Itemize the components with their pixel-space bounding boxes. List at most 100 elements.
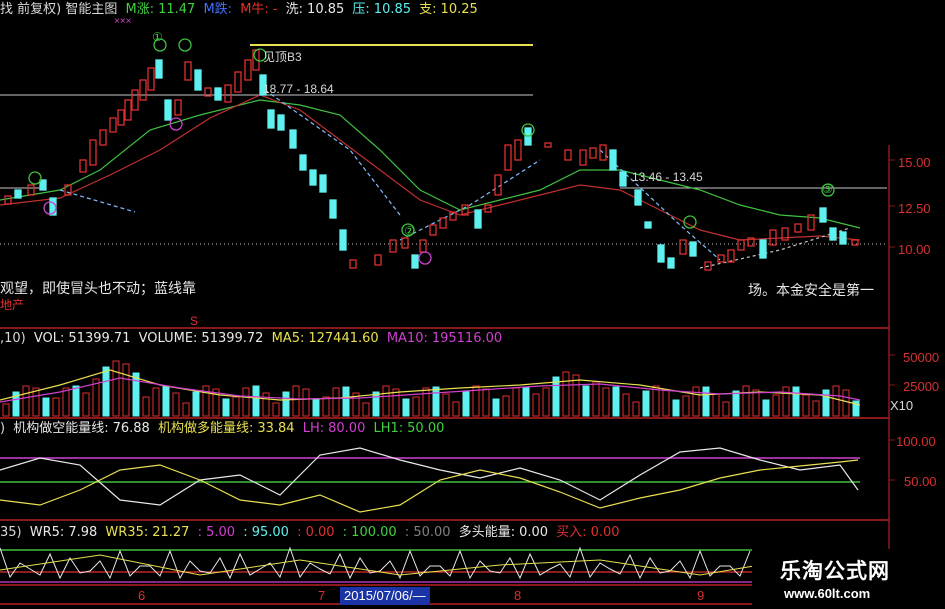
candle xyxy=(349,259,357,269)
energy-header: ) 机构做空能量线: 76.88 机构做多能量线: 33.84 LH: 80.00 L… xyxy=(0,421,448,437)
candle xyxy=(419,239,427,253)
candle xyxy=(589,147,597,159)
volume-bar xyxy=(192,391,200,417)
short-energy-label: 机构做空能量线: xyxy=(13,421,109,436)
volume-bar xyxy=(662,389,670,417)
volume-bar xyxy=(602,387,610,417)
candle xyxy=(124,99,132,121)
vol-value: 51399.71 xyxy=(68,331,131,346)
lh-value: 80.00 xyxy=(328,421,366,436)
ma-line-green xyxy=(0,99,861,229)
candle xyxy=(267,109,275,129)
wr5-value: 7.98 xyxy=(68,525,98,540)
volume-bar xyxy=(772,394,780,417)
chart-canvas[interactable] xyxy=(0,0,945,609)
vol-prefix: ,10) xyxy=(0,331,26,346)
candle xyxy=(389,239,397,253)
volume-bar xyxy=(822,389,830,417)
price-level-1: 18.77 - 18.64 xyxy=(263,82,334,96)
ma10-label: MA10: xyxy=(386,331,428,346)
signal-marker xyxy=(683,215,697,229)
buy-value: 0.00 xyxy=(590,525,620,540)
wr-v4: : 100.00 xyxy=(342,525,397,540)
candle xyxy=(504,144,512,171)
long-energy-value: 33.84 xyxy=(257,421,295,436)
volume-bar xyxy=(182,402,190,417)
volume-bar xyxy=(52,397,60,417)
candle xyxy=(89,139,97,166)
volume-bar xyxy=(712,393,720,417)
volume-bar xyxy=(2,403,10,417)
candle xyxy=(147,67,155,91)
candle xyxy=(99,129,107,146)
peak-label: 见顶B3 xyxy=(263,50,302,64)
zhi-label: 支: xyxy=(419,2,437,17)
volume-bar xyxy=(342,386,350,417)
volume-bar xyxy=(132,372,140,417)
volume-bar xyxy=(282,391,290,417)
candle xyxy=(14,189,22,199)
candle xyxy=(769,229,777,246)
candle xyxy=(4,195,12,205)
candle xyxy=(155,59,163,79)
stock-chart-window: 找 前复权) 智能主图 M涨: 11.47 M跌: M牛: - 洗: 10.85 压:… xyxy=(0,0,945,609)
volume-value: 51399.72 xyxy=(201,331,264,346)
dt-value: 0.00 xyxy=(519,525,549,540)
note-right: 场。本金安全是第一 xyxy=(748,283,874,299)
dt-label: 多头能量: xyxy=(458,525,516,540)
candle xyxy=(657,244,665,263)
cursor-date-box: 2015/07/06/— xyxy=(340,587,430,605)
m-niu-label: M牛: xyxy=(240,2,269,17)
volume-bar xyxy=(332,387,340,417)
m-die-label: M跌: xyxy=(203,2,233,17)
signal-marks: ××× xyxy=(114,16,132,27)
signal-label: ② xyxy=(404,224,415,238)
volume-bar xyxy=(72,385,80,417)
candle xyxy=(339,229,347,251)
candle xyxy=(727,249,735,263)
volume-bar xyxy=(682,395,690,417)
volume-bar xyxy=(832,385,840,417)
candle xyxy=(819,207,827,223)
volume-bar xyxy=(632,401,640,417)
volume-bar xyxy=(372,391,380,417)
candle xyxy=(39,179,47,191)
candle xyxy=(117,109,125,126)
volume-bar xyxy=(452,401,460,417)
volume-bar xyxy=(262,392,270,417)
candle xyxy=(829,227,837,241)
volume-bar xyxy=(642,390,650,417)
candle xyxy=(609,149,617,171)
candle xyxy=(794,223,802,233)
short-energy-value: 76.88 xyxy=(112,421,150,436)
candle xyxy=(277,114,285,131)
volume-bar xyxy=(382,385,390,417)
lh-label: LH: xyxy=(302,421,325,436)
wr5-line xyxy=(0,546,751,580)
volume-bar xyxy=(742,385,750,417)
volume-bar xyxy=(312,398,320,417)
candle xyxy=(329,199,337,219)
wr5-label: WR5: xyxy=(29,525,65,540)
candle xyxy=(214,87,222,101)
volume-bar xyxy=(322,396,330,417)
volume-bar xyxy=(612,386,620,417)
zhi-value: 10.25 xyxy=(440,2,478,17)
ma-line-red xyxy=(0,94,861,241)
vol-label: VOL: xyxy=(33,331,65,346)
ya-label: 压: xyxy=(352,2,370,17)
candle xyxy=(474,209,482,229)
m-zhang-value: 11.47 xyxy=(158,2,196,17)
volume-bar xyxy=(232,396,240,417)
volume-bar xyxy=(522,386,530,417)
volume-bar xyxy=(692,386,700,417)
volume-bar xyxy=(152,387,160,417)
volume-bar xyxy=(412,396,420,417)
volume-bar xyxy=(442,393,450,417)
lh1-label: LH1: xyxy=(373,421,404,436)
candle xyxy=(634,189,642,206)
volume-bar xyxy=(292,385,300,417)
candle xyxy=(109,117,117,133)
wr-v2: : 95.00 xyxy=(243,525,289,540)
volume-bar xyxy=(492,398,500,417)
